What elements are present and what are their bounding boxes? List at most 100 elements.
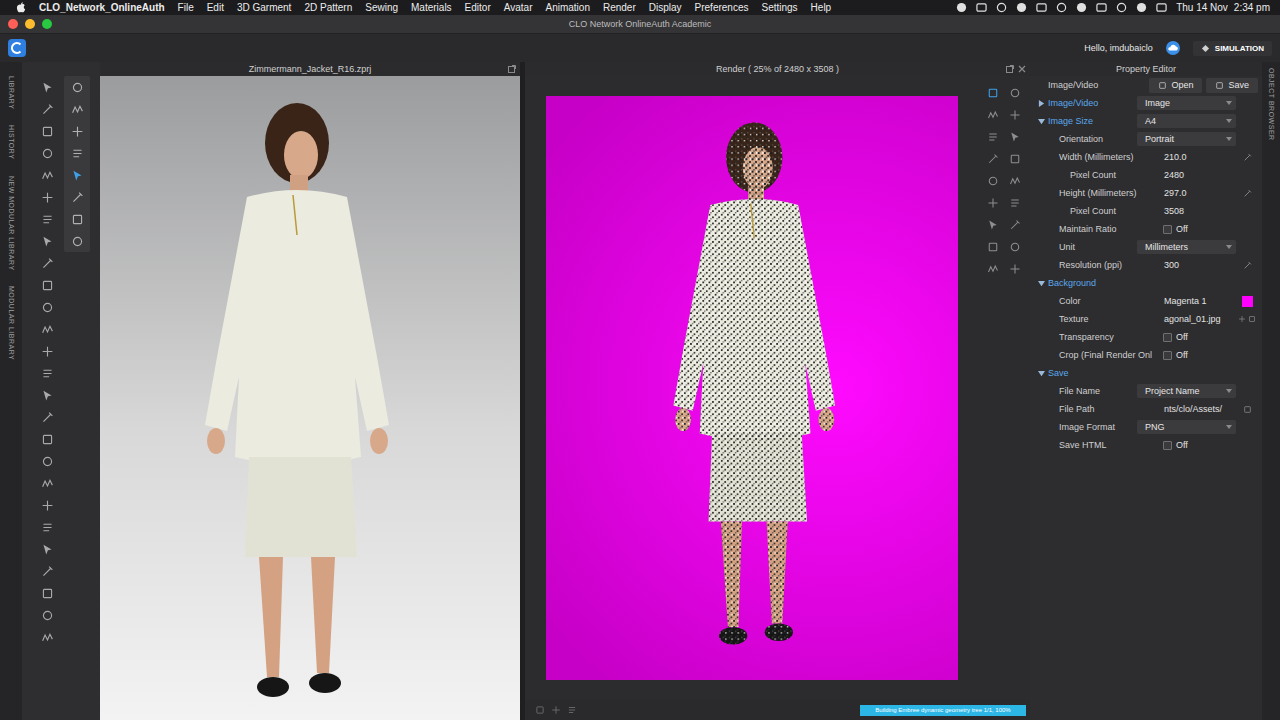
menu-item[interactable]: Display: [649, 2, 682, 13]
tool-button[interactable]: [37, 210, 57, 228]
property-value[interactable]: agonal_01.jpg: [1160, 314, 1236, 324]
tool-icon[interactable]: [41, 389, 54, 402]
tool-button[interactable]: [67, 210, 87, 228]
tool-icon[interactable]: [41, 433, 54, 446]
render-tool-icon[interactable]: [987, 87, 999, 99]
tool-button[interactable]: [37, 232, 57, 250]
tool-icon[interactable]: [41, 367, 54, 380]
render-tool-icon[interactable]: [987, 153, 999, 165]
property-value[interactable]: Magenta 1: [1160, 296, 1236, 306]
tool-button[interactable]: [37, 320, 57, 338]
viewport-canvas[interactable]: [100, 76, 520, 720]
status-icon[interactable]: [1116, 2, 1127, 13]
render-tool-button[interactable]: [983, 172, 1003, 190]
tool-icon[interactable]: [41, 521, 54, 534]
tool-icon[interactable]: [41, 279, 54, 292]
render-tool-button[interactable]: [1005, 260, 1025, 278]
render-tool-icon[interactable]: [1009, 87, 1021, 99]
tool-button[interactable]: [37, 276, 57, 294]
dropdown[interactable]: Millimeters: [1137, 240, 1236, 254]
minimize-button[interactable]: [25, 19, 35, 29]
menu-item[interactable]: 2D Pattern: [304, 2, 352, 13]
render-tool-icon[interactable]: [1009, 263, 1021, 275]
detach-icon[interactable]: [1006, 65, 1014, 73]
close-button[interactable]: [8, 19, 18, 29]
tool-icon[interactable]: [71, 169, 84, 182]
texture-remove-icon[interactable]: [1248, 315, 1256, 323]
dropdown[interactable]: PNG: [1137, 420, 1236, 434]
collapse-arrow-icon[interactable]: [1038, 280, 1045, 287]
render-tool-button[interactable]: [1005, 238, 1025, 256]
checkbox[interactable]: [1163, 333, 1172, 342]
status-icon[interactable]: [1096, 2, 1107, 13]
tool-icon[interactable]: [41, 191, 54, 204]
property-value[interactable]: 297.0: [1160, 188, 1236, 198]
menu-item[interactable]: 3D Garment: [237, 2, 291, 13]
render-tool-icon[interactable]: [1009, 153, 1021, 165]
tool-button[interactable]: [67, 144, 87, 162]
render-tool-icon[interactable]: [1009, 219, 1021, 231]
dropdown[interactable]: A4: [1137, 114, 1236, 128]
tool-button[interactable]: [67, 78, 87, 96]
render-tool-icon[interactable]: [987, 131, 999, 143]
render-tool-button[interactable]: [1005, 172, 1025, 190]
tool-icon[interactable]: [41, 543, 54, 556]
menu-item[interactable]: Materials: [411, 2, 452, 13]
dropdown[interactable]: Portrait: [1137, 132, 1236, 146]
render-tool-icon[interactable]: [1009, 131, 1021, 143]
render-tool-button[interactable]: [1005, 106, 1025, 124]
footer-tool-icon[interactable]: [551, 705, 561, 715]
render-tool-icon[interactable]: [987, 175, 999, 187]
clock[interactable]: Thu 14 Nov2:34 pm: [1176, 2, 1270, 13]
status-icon[interactable]: [1056, 2, 1067, 13]
toggle[interactable]: Off: [1160, 224, 1236, 234]
tool-icon[interactable]: [41, 81, 54, 94]
color-swatch[interactable]: [1242, 296, 1253, 307]
mode-button[interactable]: SIMULATION: [1193, 41, 1272, 56]
render-tool-icon[interactable]: [1009, 109, 1021, 121]
dropdown[interactable]: Image: [1137, 96, 1236, 110]
tool-button[interactable]: [37, 144, 57, 162]
dropdown[interactable]: Project Name: [1137, 384, 1236, 398]
rendered-avatar[interactable]: [647, 115, 858, 652]
tool-icon[interactable]: [41, 125, 54, 138]
clo-logo-icon[interactable]: [8, 39, 26, 57]
tool-button[interactable]: [37, 254, 57, 272]
tool-button[interactable]: [67, 100, 87, 118]
tool-icon[interactable]: [71, 125, 84, 138]
tool-icon[interactable]: [41, 455, 54, 468]
toggle[interactable]: Off: [1160, 332, 1236, 342]
tool-icon[interactable]: [71, 81, 84, 94]
menu-item[interactable]: Animation: [545, 2, 589, 13]
tool-button[interactable]: [37, 430, 57, 448]
render-tool-icon[interactable]: [1009, 197, 1021, 209]
tool-button[interactable]: [37, 496, 57, 514]
tool-button[interactable]: [37, 298, 57, 316]
tool-button[interactable]: [37, 408, 57, 426]
side-tab[interactable]: OBJECT BROWSER: [1268, 68, 1275, 141]
render-tool-button[interactable]: [983, 238, 1003, 256]
expand-arrow-icon[interactable]: [1038, 100, 1045, 107]
tool-button[interactable]: [37, 122, 57, 140]
toggle[interactable]: Off: [1160, 440, 1236, 450]
tool-button[interactable]: [37, 518, 57, 536]
tool-button[interactable]: [37, 452, 57, 470]
tool-icon[interactable]: [41, 499, 54, 512]
menu-item[interactable]: Edit: [207, 2, 224, 13]
edit-icon[interactable]: [1243, 261, 1252, 270]
tool-button[interactable]: [37, 100, 57, 118]
render-tool-icon[interactable]: [987, 241, 999, 253]
menu-item[interactable]: Preferences: [695, 2, 749, 13]
side-tab[interactable]: HISTORY: [8, 125, 15, 159]
tool-icon[interactable]: [41, 609, 54, 622]
render-tool-button[interactable]: [1005, 128, 1025, 146]
status-icon[interactable]: [1076, 2, 1087, 13]
render-tool-button[interactable]: [983, 216, 1003, 234]
tool-button[interactable]: [67, 232, 87, 250]
status-icon[interactable]: [1036, 2, 1047, 13]
tool-icon[interactable]: [71, 103, 84, 116]
tool-icon[interactable]: [41, 323, 54, 336]
property-value[interactable]: nts/clo/Assets/: [1160, 404, 1236, 414]
avatar[interactable]: [175, 95, 415, 705]
tool-button[interactable]: [67, 122, 87, 140]
